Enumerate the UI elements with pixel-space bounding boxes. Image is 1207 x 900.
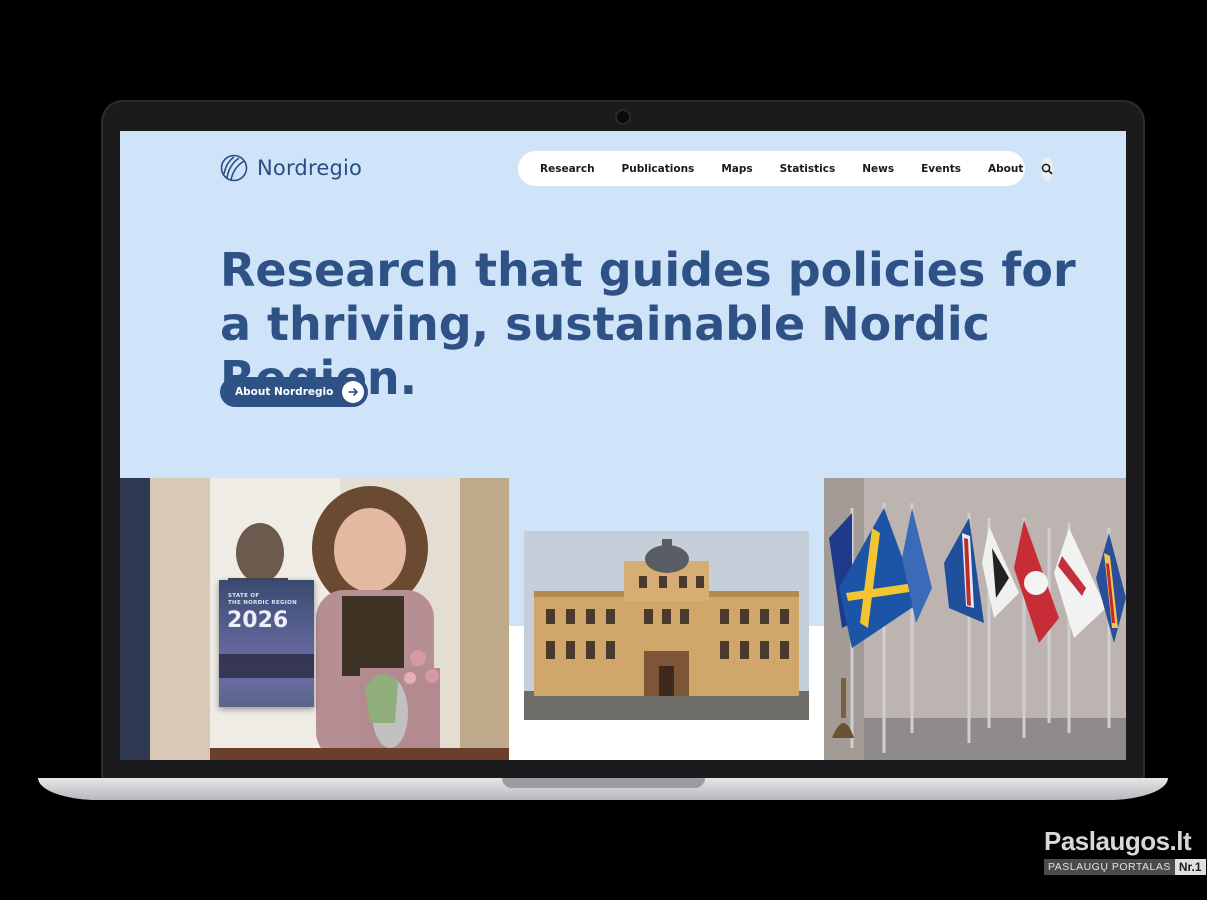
laptop-base-notch	[502, 778, 705, 788]
nav-item-research[interactable]: Research	[540, 163, 595, 175]
nav-item-publications[interactable]: Publications	[622, 163, 695, 175]
arrow-right-icon	[342, 381, 365, 403]
nav-item-events[interactable]: Events	[921, 163, 961, 175]
website-screen: Nordregio Research Publications Maps Sta…	[120, 131, 1126, 760]
report-cover-year: 2026	[227, 608, 289, 633]
paslaugos-watermark: Paslaugos.lt PASLAUGŲ PORTALAS Nr.1	[1044, 826, 1206, 875]
site-logo-text: Nordregio	[257, 156, 363, 180]
webcam	[617, 111, 629, 123]
photo-nordic-flags	[824, 478, 1126, 760]
search-button[interactable]	[1041, 156, 1054, 181]
photo-report-launch	[120, 478, 509, 760]
watermark-title: Paslaugos.lt	[1044, 826, 1192, 856]
report-cover-line1: STATE OF	[228, 593, 260, 599]
about-nordregio-label: About Nordregio	[235, 386, 334, 398]
photo-historic-building	[524, 531, 809, 720]
nav-item-statistics[interactable]: Statistics	[780, 163, 836, 175]
nav-item-maps[interactable]: Maps	[721, 163, 752, 175]
main-navigation: Research Publications Maps Statistics Ne…	[518, 151, 1054, 186]
report-cover-line2: THE NORDIC REGION	[228, 600, 298, 606]
report-cover-skyline	[219, 654, 314, 678]
watermark-subtitle-left: PASLAUGŲ PORTALAS	[1044, 859, 1175, 875]
watermark-subtitle: PASLAUGŲ PORTALAS Nr.1	[1044, 859, 1206, 875]
watermark-subtitle-right: Nr.1	[1174, 859, 1206, 875]
nav-item-news[interactable]: News	[862, 163, 894, 175]
nav-item-about[interactable]: About	[988, 163, 1023, 175]
search-icon	[1042, 163, 1053, 175]
site-logo[interactable]: Nordregio	[220, 154, 362, 182]
about-nordregio-button[interactable]: About Nordregio	[220, 377, 369, 407]
nordregio-logo-icon	[220, 154, 248, 182]
report-cover: STATE OF THE NORDIC REGION 2026	[219, 580, 314, 707]
